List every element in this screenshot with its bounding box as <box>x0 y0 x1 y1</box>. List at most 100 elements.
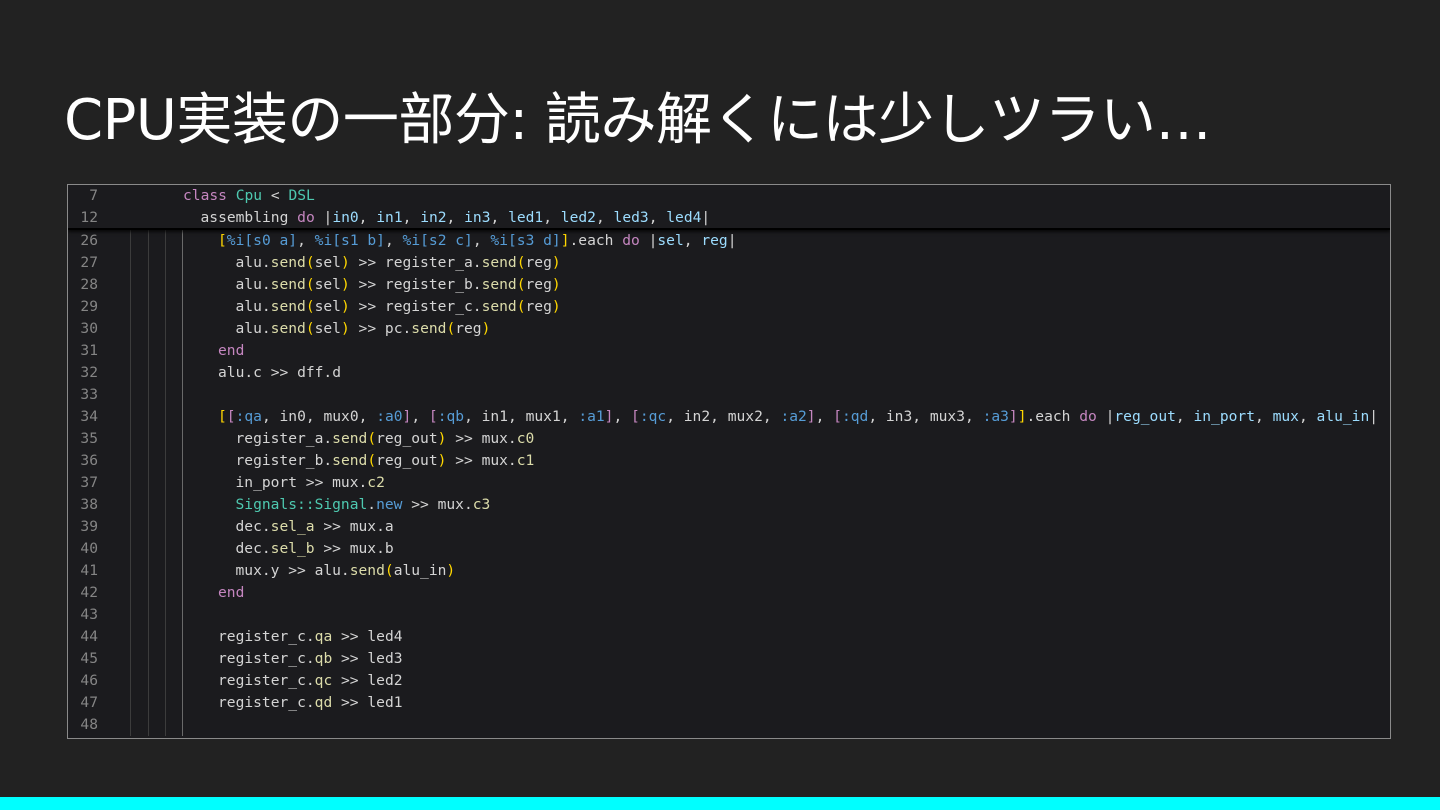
indent-guide <box>148 318 149 340</box>
code-line[interactable]: 34 [[:qa, in0, mux0, :a0], [:qb, in1, mux… <box>68 406 1390 428</box>
indent-guide <box>148 714 149 736</box>
code-token: qd <box>314 694 333 711</box>
code-line[interactable]: 35 register_a.send(reg_out) >> mux.c0 <box>68 428 1390 450</box>
code-token: :qb <box>437 408 465 425</box>
code-token: , <box>595 208 614 226</box>
indent-guide <box>165 538 166 560</box>
indent-guide <box>182 670 183 692</box>
code-line[interactable]: 44 register_c.qa >> led4 <box>68 626 1390 648</box>
code-token: >> led3 <box>332 650 403 667</box>
code-token: [s3 d] <box>508 232 561 249</box>
code-line[interactable]: 38 Signals::Signal.new >> mux.c3 <box>68 494 1390 516</box>
code-text: register_a.send(reg_out) >> mux.c0 <box>236 428 535 450</box>
code-text: Signals::Signal.new >> mux.c3 <box>236 494 491 516</box>
code-line[interactable]: 27 alu.send(sel) >> register_a.send(reg) <box>68 252 1390 274</box>
line-number: 46 <box>80 672 98 689</box>
code-token: , in1, mux1, <box>464 408 579 425</box>
indent-guide <box>182 384 183 406</box>
code-token: do <box>1079 408 1097 425</box>
code-line[interactable]: 42 end <box>68 582 1390 604</box>
code-token: ] <box>806 408 816 425</box>
code-token: reg <box>525 254 552 271</box>
indent-guide <box>182 406 183 428</box>
line-number: 31 <box>80 342 98 359</box>
code-token: ( <box>516 298 526 315</box>
code-token: >> mux.a <box>314 518 394 535</box>
sticky-code-line[interactable]: 12 assembling do |in0, in1, in2, in3, led… <box>68 207 1390 229</box>
code-token: :a3 <box>982 408 1009 425</box>
line-number: 34 <box>80 408 98 425</box>
code-line[interactable]: 31 end <box>68 340 1390 362</box>
indent-guide <box>182 274 183 296</box>
code-token: , <box>358 208 377 226</box>
code-token: register_c. <box>218 628 315 645</box>
indent-guide <box>130 648 131 670</box>
code-token: send <box>270 254 306 271</box>
code-token: ] <box>1017 408 1027 425</box>
code-token: ( <box>305 254 315 271</box>
code-token: , <box>411 408 429 425</box>
code-line[interactable]: 36 register_b.send(reg_out) >> mux.c1 <box>68 450 1390 472</box>
code-editor[interactable]: 7 class Cpu < DSL 12 assembling do |in0, in… <box>67 184 1391 739</box>
indent-guide <box>165 516 166 538</box>
indent-guide <box>165 604 166 626</box>
code-lines[interactable]: 26 [%i[s0 a], %i[s1 b], %i[s2 c], %i[s3 d… <box>68 230 1390 736</box>
code-line[interactable]: 32 alu.c >> dff.d <box>68 362 1390 384</box>
code-token: send <box>481 254 517 271</box>
indent-guide <box>182 516 183 538</box>
code-token: led2 <box>560 208 596 226</box>
indent-guide <box>148 670 149 692</box>
indent-guide <box>148 516 149 538</box>
code-token: reg_out <box>376 452 438 469</box>
code-line[interactable]: 43 <box>68 604 1390 626</box>
code-line[interactable]: 39 dec.sel_a >> mux.a <box>68 516 1390 538</box>
line-number: 33 <box>80 386 98 403</box>
code-line[interactable]: 28 alu.send(sel) >> register_b.send(reg) <box>68 274 1390 296</box>
code-token: reg_out <box>376 430 438 447</box>
code-line[interactable]: 26 [%i[s0 a], %i[s1 b], %i[s2 c], %i[s3 d… <box>68 230 1390 252</box>
sticky-code-line[interactable]: 7 class Cpu < DSL <box>68 185 1390 207</box>
code-line[interactable]: 33 <box>68 384 1390 406</box>
indent-guide <box>182 648 183 670</box>
code-token: ) <box>446 562 456 579</box>
indent-guide <box>130 494 131 516</box>
code-line[interactable]: 46 register_c.qc >> led2 <box>68 670 1390 692</box>
code-token: sel <box>657 232 684 249</box>
code-text: dec.sel_b >> mux.b <box>236 538 394 560</box>
indent-guide <box>182 538 183 560</box>
code-line[interactable]: 37 in_port >> mux.c2 <box>68 472 1390 494</box>
sticky-scroll-header[interactable]: 7 class Cpu < DSL 12 assembling do |in0, in… <box>68 185 1390 230</box>
code-token: | <box>1369 408 1379 425</box>
code-token: dec. <box>235 518 271 535</box>
code-line[interactable]: 45 register_c.qb >> led3 <box>68 648 1390 670</box>
code-token: %i <box>490 232 508 249</box>
indent-guide <box>148 494 149 516</box>
code-line[interactable]: 47 register_c.qd >> led1 <box>68 692 1390 714</box>
indent-guide <box>182 296 183 318</box>
indent-guide <box>165 406 166 428</box>
code-line[interactable]: 30 alu.send(sel) >> pc.send(reg) <box>68 318 1390 340</box>
code-text: assembling do |in0, in1, in2, in3, led1,… <box>201 207 711 229</box>
code-token: reg <box>525 276 552 293</box>
code-line[interactable]: 48 <box>68 714 1390 736</box>
code-token: < <box>262 187 289 204</box>
indent-guide <box>148 692 149 714</box>
code-line[interactable]: 29 alu.send(sel) >> register_c.send(reg) <box>68 296 1390 318</box>
code-line[interactable]: 40 dec.sel_b >> mux.b <box>68 538 1390 560</box>
indent-guide <box>148 472 149 494</box>
indent-guide <box>130 384 131 406</box>
line-number: 35 <box>80 430 98 447</box>
indent-guide <box>165 692 166 714</box>
line-number: 12 <box>80 208 98 226</box>
indent-guide <box>165 714 166 736</box>
code-token: led4 <box>666 208 702 226</box>
code-token: , <box>1298 408 1317 425</box>
code-token: ( <box>367 430 377 447</box>
indent-guide <box>130 318 131 340</box>
indent-guide <box>165 362 166 384</box>
indent-guide <box>130 560 131 582</box>
code-line[interactable]: 41 mux.y >> alu.send(alu_in) <box>68 560 1390 582</box>
indent-guide <box>182 450 183 472</box>
indent-guide <box>182 560 183 582</box>
code-token: reg <box>525 298 552 315</box>
